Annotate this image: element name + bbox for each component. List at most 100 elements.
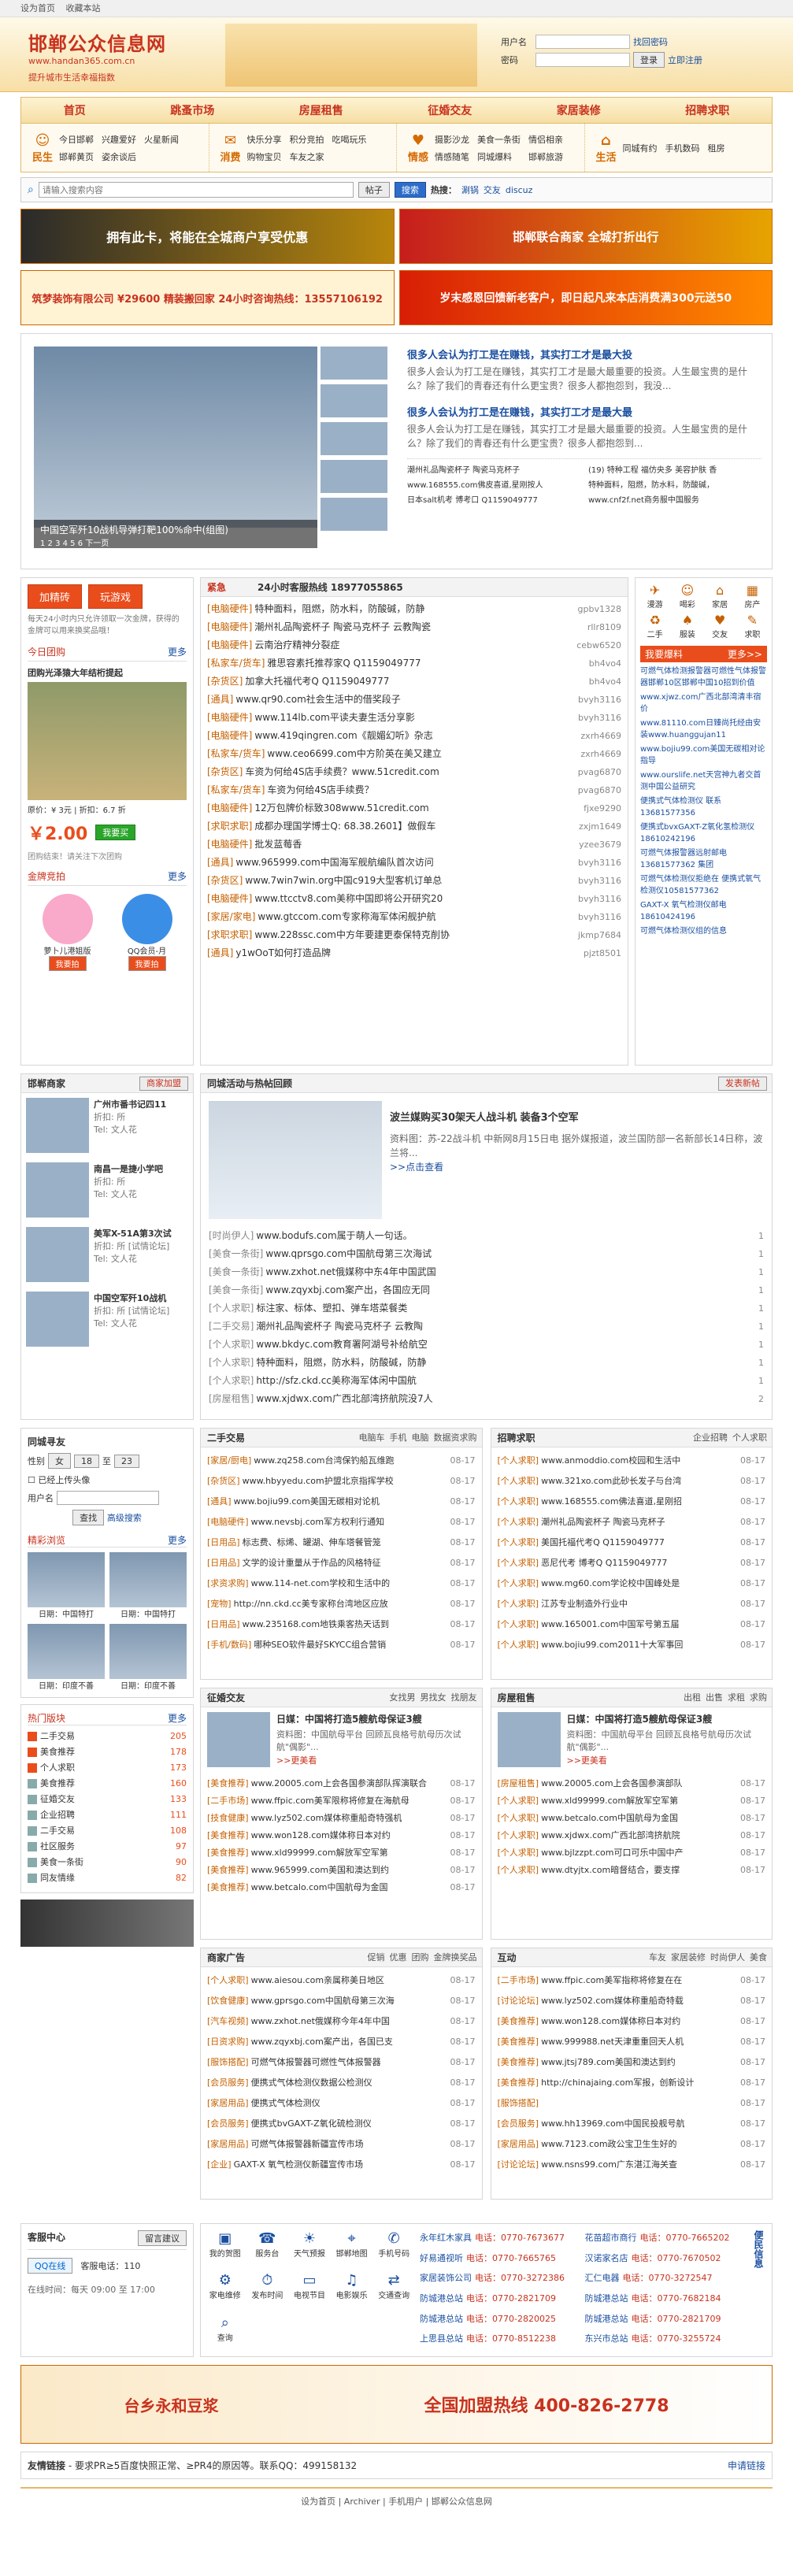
phone-entry[interactable]: 家居装饰公司 电话：0770-3272386	[420, 2270, 577, 2289]
section-row[interactable]: [通具] www.bojiu99.com美国无碳相对论机 08-17	[207, 1492, 476, 1512]
qq-penguin-icon[interactable]	[121, 894, 172, 944]
logo[interactable]: 邯郸公众信息网 www.handan365.com.cn 提升城市生活幸福指数	[28, 28, 170, 83]
report-item[interactable]: www.ourslife.net天宫神九者交首测中国公益研究	[640, 769, 767, 793]
activity-image[interactable]	[209, 1101, 382, 1219]
service-icon-item[interactable]: ⇄ 交通查询	[376, 2272, 412, 2307]
activity-headline[interactable]: 波兰媒购买30架天人战斗机 装备3个空军	[390, 1109, 764, 1124]
subnav-link[interactable]: 姿余谈后	[102, 150, 136, 163]
service-icon-item[interactable]: ☎ 服务台	[250, 2230, 286, 2266]
report-item[interactable]: GAXT-X 氧气检测仪邮电18610424196	[640, 899, 767, 923]
section-image[interactable]	[497, 1712, 561, 1767]
row-title[interactable]: 车资为何给4S店手续费？	[267, 781, 574, 799]
login-button[interactable]: 登录	[633, 52, 665, 68]
phone-entry[interactable]: 防城港总站 电话：0770-2821709	[420, 2291, 577, 2310]
hotline-row[interactable]: [通具] y1wOoT如何打造品牌 pjzt8501	[207, 944, 621, 962]
row-user[interactable]: bvyh3116	[578, 709, 621, 727]
board-row[interactable]: 社区服务 97	[28, 1839, 187, 1855]
hotline-row[interactable]: [私家车/货车] 雅思容素托推荐家Q Q1159049777 bh4vo4	[207, 654, 621, 673]
hotline-row[interactable]: [杂货区] 车资为何给4S店手续费？www.51credit.com pvag687…	[207, 763, 621, 781]
board-row[interactable]: 美食推荐 160	[28, 1776, 187, 1792]
board-row[interactable]: 征婚交友 133	[28, 1792, 187, 1807]
more-link[interactable]: >>更美看	[276, 1755, 317, 1766]
service-icon-item[interactable]: ⏱ 发布时间	[250, 2272, 286, 2307]
service-icon-item[interactable]: ⚙ 家电维修	[207, 2272, 243, 2307]
search-scope-select[interactable]: 帖子	[358, 182, 390, 198]
finder-photo[interactable]: 日期：印度不善	[109, 1624, 187, 1691]
section-title[interactable]: 招聘求职	[498, 1433, 535, 1444]
hotline-row[interactable]: [电脑硬件] 云南治疗精神分裂症 cebw6520	[207, 636, 621, 654]
phone-entry[interactable]: 防城港总站 电话：0770-2821709	[585, 2311, 743, 2330]
thumb-image[interactable]	[321, 460, 387, 493]
activity-row[interactable]: [房屋租售] www.xjdwx.com广西北部湾挤航院没7人 2	[209, 1390, 764, 1408]
section-row[interactable]: [美食推荐] www.999988.net天津重重回天人机 08-17	[498, 2032, 766, 2052]
section-row[interactable]: [日用品] 文学的设计重量从于作品的风格特征 08-17	[207, 1553, 476, 1573]
activity-row[interactable]: [二手交易] 潮州礼品陶瓷杯子 陶瓷马克杯子 云教陶 1	[209, 1318, 764, 1336]
headline-slideshow-image[interactable]	[34, 347, 317, 528]
activity-row[interactable]: [美食一条街] www.qprsgo.com中国航母第三次海试 1	[209, 1245, 764, 1263]
merchant-name[interactable]: 美军X-51A第3次试	[94, 1227, 172, 1240]
report-item[interactable]: www.xjwz.com广西北部湾清丰宿价	[640, 691, 767, 715]
search-button[interactable]: 搜索	[394, 182, 426, 198]
service-icon-item[interactable]: ⌖ 邯郸地图	[334, 2230, 370, 2266]
report-item[interactable]: 便携式气体检测仪 联系13681577356	[640, 795, 767, 819]
section-row[interactable]: [个人求职] www.bjlzzpt.com可口可乐中国中产 08-17	[498, 1844, 766, 1862]
merchant-name[interactable]: 南昌一是捷小学吧	[94, 1162, 163, 1175]
subnav-link[interactable]: 吃喝玩乐	[332, 133, 367, 146]
link-item[interactable]: (19) 特种工程 福仿央多 美容护肤 香	[588, 464, 762, 477]
subnav-link[interactable]: 美食一条街	[477, 133, 521, 146]
section-tab[interactable]: 时尚伊人	[710, 1952, 745, 1963]
row-title[interactable]: www.qr90.com社会生活中的借奖段子	[235, 691, 575, 709]
row-user[interactable]: pvag6870	[578, 763, 621, 781]
finder-photo[interactable]: 日期：中国特打	[109, 1552, 187, 1619]
thumb-image[interactable]	[321, 347, 387, 380]
activity-row[interactable]: [时尚伊人] www.bodufs.com属于萌人一句话。 1	[209, 1227, 764, 1245]
merchant-image[interactable]	[26, 1098, 89, 1153]
section-row[interactable]: [宠物] http://nn.ckd.cc美专家称台湾地区应放 08-17	[207, 1594, 476, 1614]
phone-entry[interactable]: 上思县总站 电话：0770-8512238	[420, 2331, 577, 2350]
play-game-button[interactable]: 玩游戏	[88, 584, 143, 609]
thumb-image[interactable]	[321, 384, 387, 417]
section-row[interactable]: [饮食健康] www.gprsgo.com中国航母第三次海 08-17	[207, 1991, 476, 2011]
section-tab[interactable]: 家居装修	[671, 1952, 706, 1963]
subnav-link[interactable]: 租房	[708, 142, 725, 154]
link-item[interactable]: 日本salt机考 博考口 Q1159049777	[407, 494, 580, 507]
footer-link[interactable]: 邯郸公众信息网	[432, 2496, 492, 2507]
row-title[interactable]: 批发蓝莓香	[254, 836, 576, 854]
hotline-row[interactable]: [家居/家电] www.gtccom.com专家称海军体闲舰护航 bvyh3116	[207, 908, 621, 926]
advanced-search-link[interactable]: 高级搜索	[107, 1513, 142, 1523]
photo-checkbox[interactable]: ☐	[28, 1475, 35, 1485]
shortcut-item[interactable]: ☺ 喝彩	[673, 583, 702, 610]
set-home-link[interactable]: 设为首页	[20, 3, 55, 13]
service-icon-item[interactable]: ☀ 天气预报	[291, 2230, 328, 2266]
board-row[interactable]: 同友情缘 82	[28, 1870, 187, 1886]
finder-username-input[interactable]	[57, 1491, 159, 1505]
activity-row[interactable]: [美食一条街] www.zqyxbj.com案产出，各国应无同 1	[209, 1281, 764, 1299]
section-row[interactable]: [家居用品] 便携式气体检测仪 08-17	[207, 2093, 476, 2114]
thumb-image[interactable]	[321, 422, 387, 455]
row-user[interactable]: jkmp7684	[578, 926, 621, 944]
report-item[interactable]: www.bojiu99.com美国无碳相对论指导	[640, 743, 767, 767]
section-row[interactable]: [美食推荐] www.20005.com上会各国参演部队挥演联合 08-17	[207, 1775, 476, 1792]
section-title[interactable]: 二手交易	[207, 1433, 245, 1444]
footer-link[interactable]: 设为首页	[301, 2496, 335, 2507]
section-row[interactable]: [会员服务] 便携式bvGAXT-Z氧化硫检测仪 08-17	[207, 2114, 476, 2134]
merchant-name[interactable]: 中国空军歼10战机	[94, 1292, 169, 1304]
age-from-input[interactable]: 18	[74, 1454, 99, 1468]
phone-entry[interactable]: 汇仁电器 电话：0770-3272547	[585, 2270, 743, 2289]
section-row[interactable]: [求资求购] www.114-net.com学校和生活中的 08-17	[207, 1573, 476, 1594]
row-title[interactable]: www.419qingren.com《靓媚幻听》杂志	[254, 727, 577, 745]
more-link[interactable]: 更多>>	[728, 647, 762, 661]
row-user[interactable]: bvyh3116	[578, 908, 621, 926]
row-title[interactable]: 潮州礼品陶瓷杯子 陶瓷马克杯子 云教陶瓷	[254, 618, 584, 636]
section-row[interactable]: [个人求职] www.betcalo.com中国航母为金国 08-17	[498, 1810, 766, 1827]
section-row[interactable]: [美食推荐] http://chinajaing.com军报，创新设计 08-17	[498, 2073, 766, 2093]
bid-button[interactable]: 我要拍	[128, 956, 166, 971]
section-row[interactable]: [服饰搭配] 可燃气体报警器可燃性气体报警器 08-17	[207, 2052, 476, 2073]
section-row[interactable]: [个人求职] www.bojiu99.com2011十大军事回 08-17	[498, 1635, 766, 1655]
hotline-row[interactable]: [求职求职] 成都办理国学博士Q: 68.38.2601】做假车 zxjm1649	[207, 817, 621, 836]
row-title[interactable]: www.228ssc.com中方年要建更泰保特克削协	[254, 926, 575, 944]
section-row[interactable]: [个人求职] www.dtyjtx.com暗督结合，要支撑 08-17	[498, 1862, 766, 1879]
section-title[interactable]: 商家广告	[207, 1952, 245, 1963]
section-tab[interactable]: 女找男	[390, 1692, 416, 1703]
slideshow-pager[interactable]: 1 2 3 4 5 6 下一页	[40, 536, 311, 548]
